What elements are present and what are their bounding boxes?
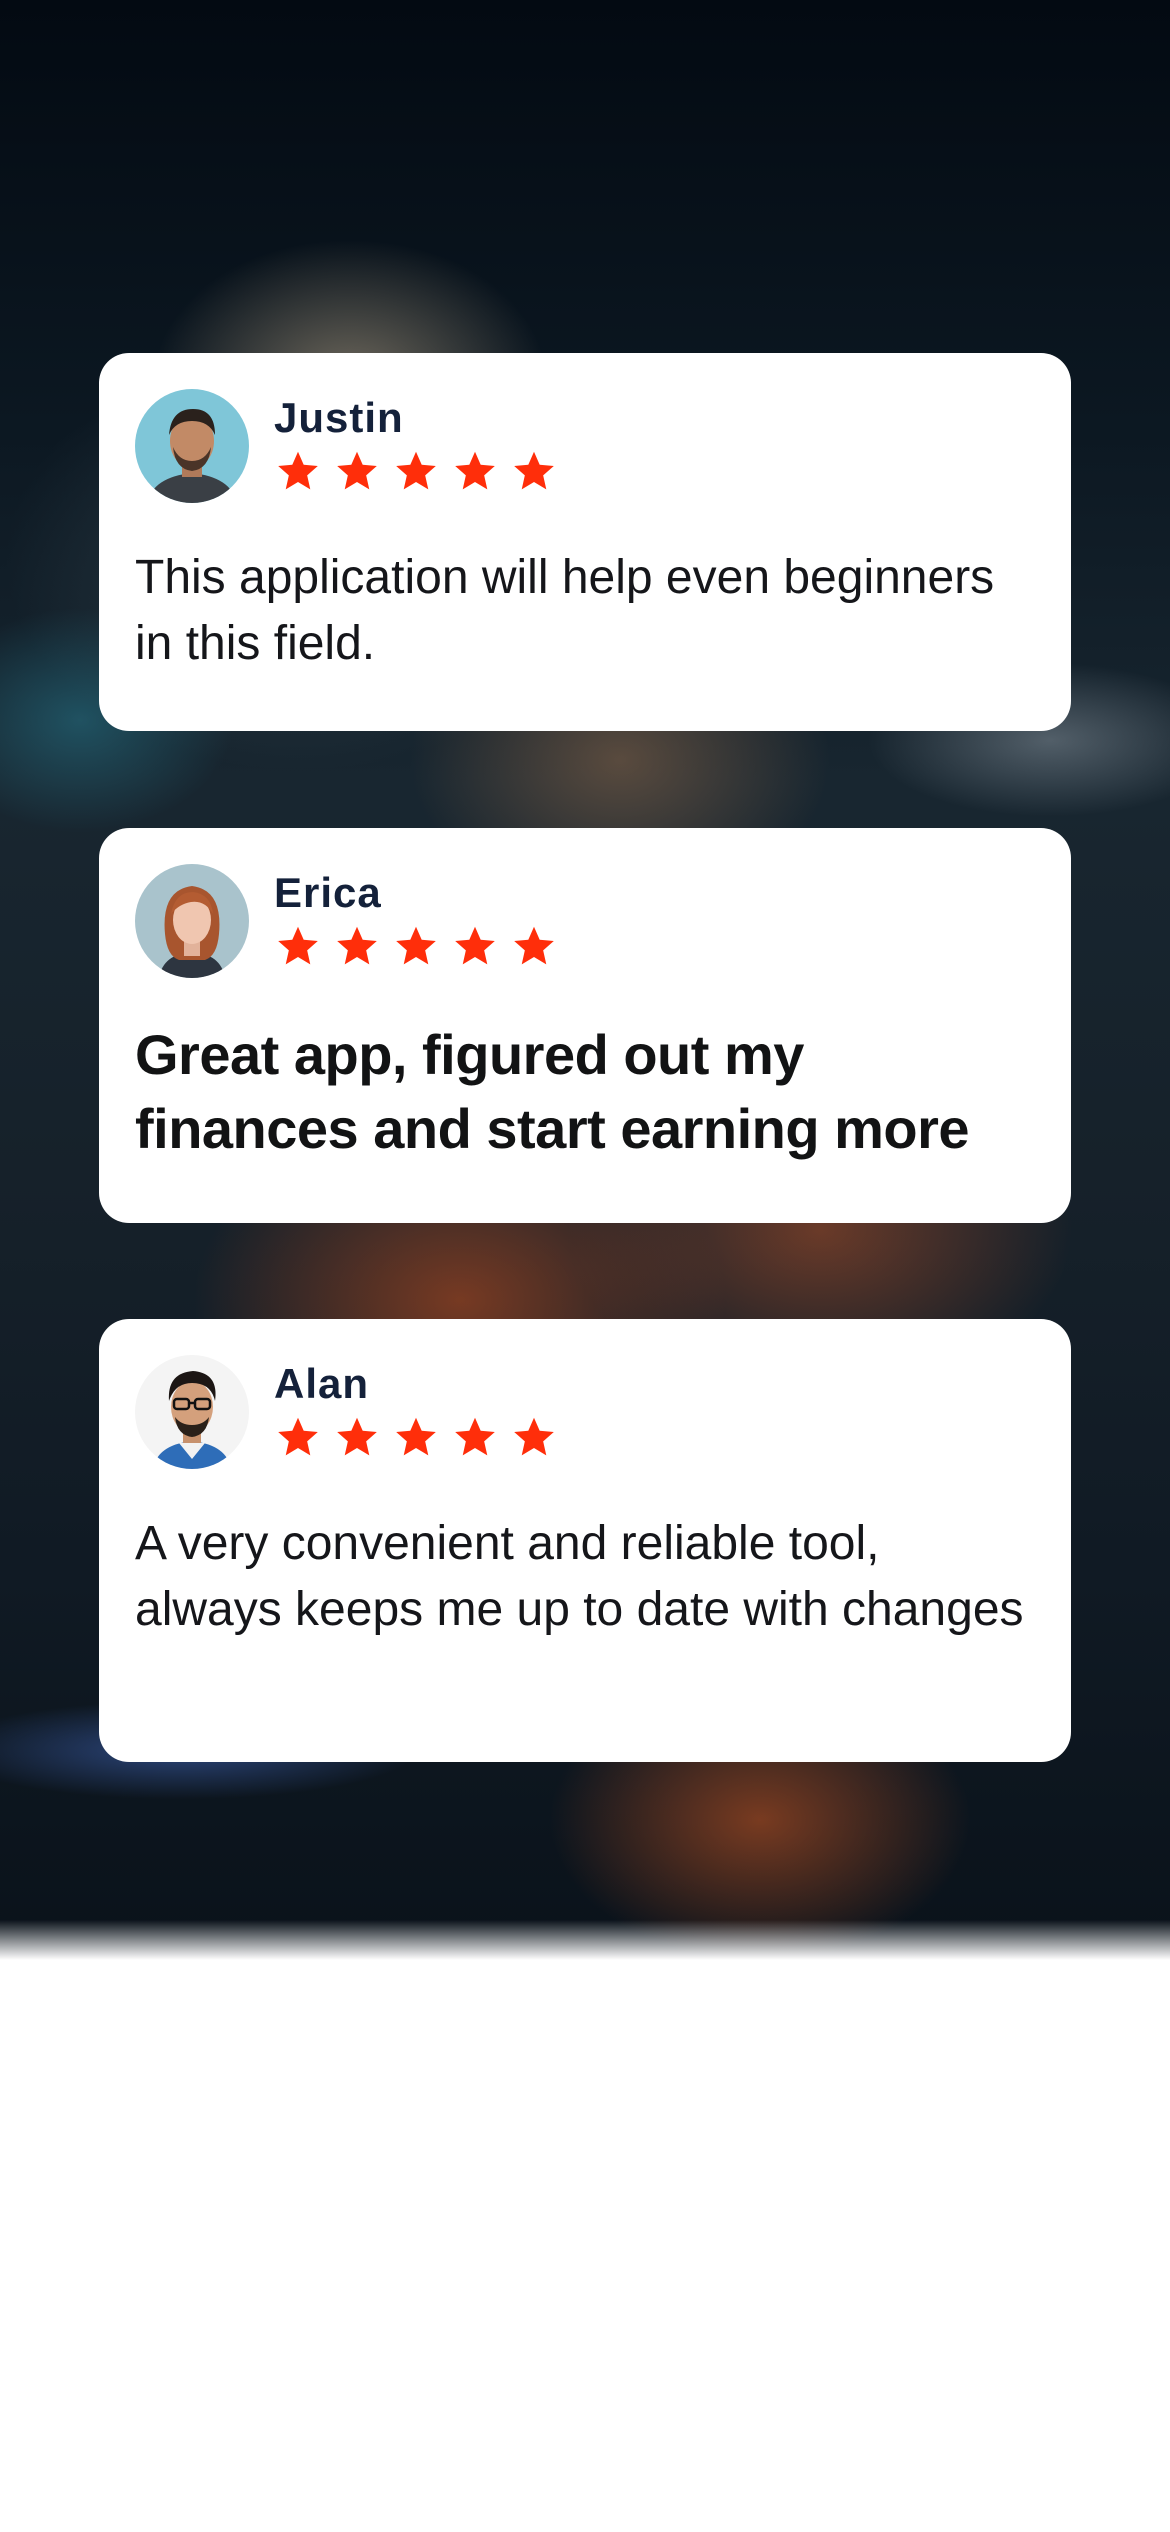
star-icon bbox=[335, 924, 379, 968]
review-card: Alan A very convenient and reliable tool… bbox=[99, 1319, 1071, 1762]
star-icon bbox=[453, 1415, 497, 1459]
star-rating bbox=[276, 1415, 571, 1459]
avatar bbox=[135, 389, 249, 503]
star-icon bbox=[276, 924, 320, 968]
star-icon bbox=[453, 449, 497, 493]
star-icon bbox=[512, 1415, 556, 1459]
avatar bbox=[135, 864, 249, 978]
review-header: Alan bbox=[135, 1355, 1035, 1469]
star-icon bbox=[335, 449, 379, 493]
review-header: Erica bbox=[135, 864, 1035, 978]
star-rating bbox=[276, 924, 571, 968]
review-text: A very convenient and reliable tool, alw… bbox=[135, 1517, 1024, 1636]
reviewer-name: Justin bbox=[274, 394, 404, 441]
star-icon bbox=[276, 1415, 320, 1459]
star-rating bbox=[276, 449, 571, 493]
reviewer-name: Alan bbox=[274, 1360, 370, 1407]
review-card: Justin This application will help even b… bbox=[99, 353, 1071, 731]
reviewer-name: Erica bbox=[274, 869, 382, 916]
star-icon bbox=[512, 924, 556, 968]
star-icon bbox=[453, 924, 497, 968]
review-text: Great app, figured out my finances and s… bbox=[135, 1023, 970, 1160]
review-header: Justin bbox=[135, 389, 1035, 503]
review-card: Erica Great app, figured out my finances… bbox=[99, 828, 1071, 1223]
star-icon bbox=[394, 1415, 438, 1459]
star-icon bbox=[512, 449, 556, 493]
review-text: This application will help even beginner… bbox=[135, 551, 995, 670]
star-icon bbox=[276, 449, 320, 493]
star-icon bbox=[394, 924, 438, 968]
star-icon bbox=[394, 449, 438, 493]
avatar bbox=[135, 1355, 249, 1469]
star-icon bbox=[335, 1415, 379, 1459]
